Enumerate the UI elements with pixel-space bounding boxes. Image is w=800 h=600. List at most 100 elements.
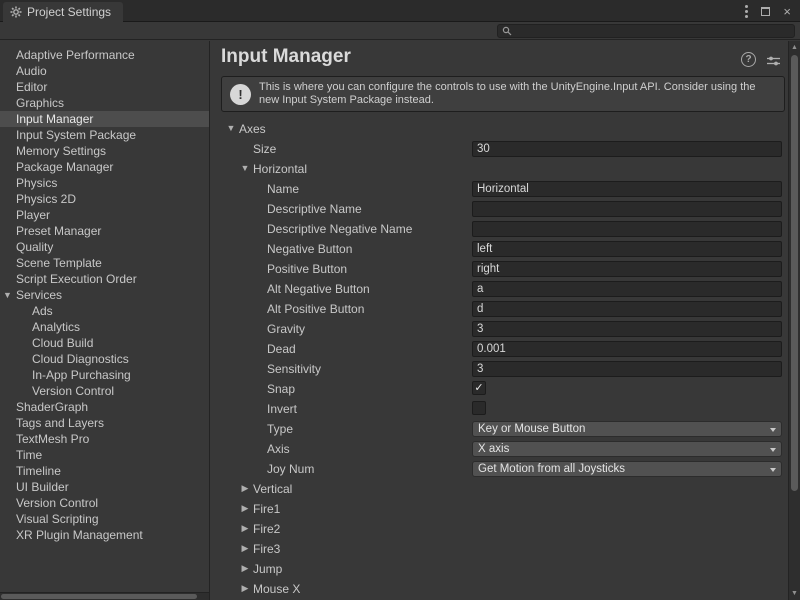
sidebar-item-input-system-package[interactable]: Input System Package [0,127,209,143]
search-input[interactable] [515,25,790,37]
main-vscrollbar[interactable]: ▲ ▼ [788,41,800,600]
sidebar-item-shadergraph[interactable]: ShaderGraph [0,399,209,415]
sidebar-item-physics[interactable]: Physics [0,175,209,191]
foldout-expanded-icon[interactable]: ▼ [240,163,250,173]
row-horizontal: ▼Horizontal [211,159,788,179]
sidebar-item-package-manager[interactable]: Package Manager [0,159,209,175]
sidebar-item-xr-plugin-management[interactable]: XR Plugin Management [0,527,209,543]
text-field-descriptive-name[interactable] [472,201,782,217]
checkbox-snap[interactable]: ✓ [472,381,486,395]
field-label[interactable]: Fire1 [253,502,280,516]
sidebar-item-scene-template[interactable]: Scene Template [0,255,209,271]
sidebar-item-script-execution-order[interactable]: Script Execution Order [0,271,209,287]
foldout-expanded-icon[interactable]: ▼ [226,123,236,133]
sidebar-item-editor[interactable]: Editor [0,79,209,95]
text-field-dead[interactable]: 0.001 [472,341,782,357]
sidebar-item-ui-builder[interactable]: UI Builder [0,479,209,495]
foldout-collapsed-icon[interactable]: ▶ [240,543,250,554]
hscrollbar-thumb[interactable] [1,594,197,599]
field-label[interactable]: Fire3 [253,542,280,556]
field-label[interactable]: Axes [239,122,266,136]
dropdown-axis[interactable]: X axis [472,441,782,457]
text-field-value: 3 [477,323,483,335]
dropdown-type[interactable]: Key or Mouse Button [472,421,782,437]
field-label: Alt Positive Button [267,302,364,316]
text-field-alt-negative-button[interactable]: a [472,281,782,297]
sidebar-item-cloud-diagnostics[interactable]: Cloud Diagnostics [0,351,209,367]
presets-icon[interactable] [767,54,780,72]
sidebar-item-ads[interactable]: Ads [0,303,209,319]
foldout-collapsed-icon[interactable]: ▶ [240,483,250,494]
row-axis: AxisX axis [211,439,788,459]
sidebar-item-preset-manager[interactable]: Preset Manager [0,223,209,239]
sidebar-item-input-manager[interactable]: Input Manager [0,111,209,127]
field-label[interactable]: Fire2 [253,522,280,536]
field-label[interactable]: Mouse X [253,582,300,596]
sidebar-item-visual-scripting[interactable]: Visual Scripting [0,511,209,527]
text-field-alt-positive-button[interactable]: d [472,301,782,317]
help-icon[interactable]: ? [741,52,756,67]
info-text: This is where you can configure the cont… [259,81,776,108]
field-label: Dead [267,342,296,356]
sidebar-item-label: Input Manager [16,112,93,126]
sidebar-item-quality[interactable]: Quality [0,239,209,255]
sidebar: Adaptive PerformanceAudioEditor Graphics I… [0,41,210,592]
field-label: Descriptive Name [267,202,362,216]
sidebar-item-label: Editor [16,80,47,94]
foldout-collapsed-icon[interactable]: ▶ [240,503,250,514]
sidebar-hscrollbar[interactable] [0,592,210,600]
vscrollbar-thumb[interactable] [791,55,798,491]
search-box[interactable] [497,24,795,38]
scroll-down-icon[interactable]: ▼ [789,590,800,597]
text-field-positive-button[interactable]: right [472,261,782,277]
sidebar-item-timeline[interactable]: Timeline [0,463,209,479]
foldout-collapsed-icon[interactable]: ▶ [240,523,250,534]
sidebar-item-textmesh-pro[interactable]: TextMesh Pro [0,431,209,447]
tab-title: Project Settings [27,5,111,19]
sidebar-item-tags-and-layers[interactable]: Tags and Layers [0,415,209,431]
sidebar-item-label: Scene Template [16,256,102,270]
field-label[interactable]: Horizontal [253,162,307,176]
maximize-icon[interactable] [761,7,770,16]
foldout-collapsed-icon[interactable]: ▶ [240,563,250,574]
scroll-up-icon[interactable]: ▲ [789,44,800,51]
sidebar-item-graphics[interactable]: Graphics [0,95,209,111]
sidebar-item-player[interactable]: Player [0,207,209,223]
sidebar-item-label: Input System Package [16,128,136,142]
text-field-value: left [477,243,492,255]
text-field-descriptive-negative-name[interactable] [472,221,782,237]
sidebar-item-version-control[interactable]: Version Control [0,383,209,399]
dropdown-joy-num[interactable]: Get Motion from all Joysticks [472,461,782,477]
text-field-negative-button[interactable]: left [472,241,782,257]
sidebar-item-time[interactable]: Time [0,447,209,463]
tab-project-settings[interactable]: Project Settings [3,2,123,22]
field-label[interactable]: Jump [253,562,282,576]
foldout-expanded-icon[interactable]: ▼ [3,287,12,303]
sidebar-item-adaptive-performance[interactable]: Adaptive Performance [0,47,209,63]
sidebar-item-services[interactable]: ▼Services [0,287,209,303]
sidebar-item-in-app-purchasing[interactable]: In-App Purchasing [0,367,209,383]
text-field-value: d [477,303,483,315]
sidebar-item-cloud-build[interactable]: Cloud Build [0,335,209,351]
sidebar-item-label: Package Manager [16,160,113,174]
sidebar-item-label: Version Control [32,384,114,398]
text-field-sensitivity[interactable]: 3 [472,361,782,377]
kebab-menu-icon[interactable] [745,5,748,18]
sidebar-item-audio[interactable]: Audio [0,63,209,79]
row-sensitivity: Sensitivity3 [211,359,788,379]
dropdown-arrow-icon [770,448,776,452]
text-field-size[interactable]: 30 [472,141,782,157]
sidebar-item-memory-settings[interactable]: Memory Settings [0,143,209,159]
sidebar-item-label: Graphics [16,96,64,110]
text-field-name[interactable]: Horizontal [472,181,782,197]
close-icon[interactable]: × [783,5,791,18]
text-field-gravity[interactable]: 3 [472,321,782,337]
sidebar-item-physics-2d[interactable]: Physics 2D [0,191,209,207]
sidebar-item-version-control[interactable]: Version Control [0,495,209,511]
checkbox-invert[interactable] [472,401,486,415]
row-joy-num: Joy NumGet Motion from all Joysticks [211,459,788,479]
foldout-collapsed-icon[interactable]: ▶ [240,583,250,594]
field-label[interactable]: Vertical [253,482,292,496]
row-size: Size30 [211,139,788,159]
sidebar-item-analytics[interactable]: Analytics [0,319,209,335]
